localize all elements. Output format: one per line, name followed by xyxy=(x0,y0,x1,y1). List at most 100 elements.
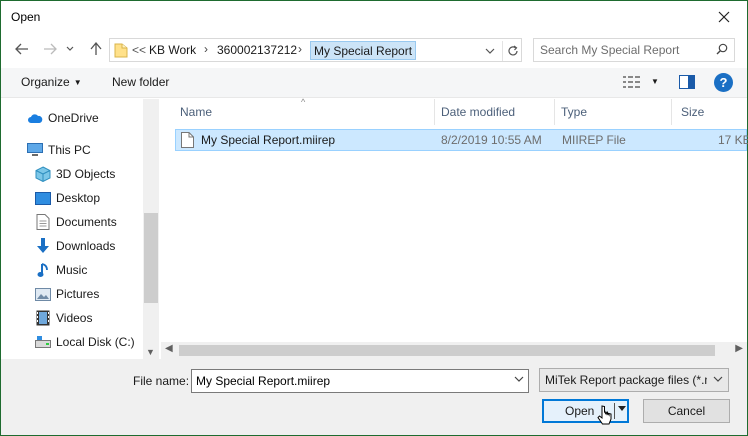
table-row[interactable]: My Special Report.miirep 8/2/2019 10:55 … xyxy=(175,129,748,151)
close-icon xyxy=(718,11,730,23)
open-dialog: Open << KB Work › 360002137212 › My Spec… xyxy=(0,0,748,436)
close-button[interactable] xyxy=(701,1,747,33)
view-dropdown-icon[interactable]: ▼ xyxy=(651,77,659,86)
video-icon xyxy=(35,310,51,326)
view-options-icon[interactable] xyxy=(623,75,641,89)
breadcrumb-current[interactable]: My Special Report xyxy=(310,41,417,60)
file-icon xyxy=(181,132,194,148)
pictures-icon xyxy=(35,286,51,302)
address-bar[interactable]: << KB Work › 360002137212 › My Special R… xyxy=(109,38,522,62)
navigation-bar: << KB Work › 360002137212 › My Special R… xyxy=(1,34,747,66)
sidebar-item-pictures[interactable]: Pictures xyxy=(1,283,143,305)
file-type-select[interactable]: MiTek Report package files (*.m xyxy=(539,368,729,392)
cancel-button[interactable]: Cancel xyxy=(643,399,730,423)
sidebar-item-onedrive[interactable]: OneDrive xyxy=(1,107,143,129)
sidebar-item-label: Music xyxy=(56,263,88,277)
sidebar-item-label: This PC xyxy=(48,143,91,157)
arrow-up-icon xyxy=(90,42,102,55)
arrow-left-icon xyxy=(15,43,28,55)
organize-label: Organize xyxy=(21,75,70,89)
sidebar-item-this-pc[interactable]: This PC xyxy=(1,139,143,161)
sidebar-item-label: Desktop xyxy=(56,191,101,205)
file-name: My Special Report.miirep xyxy=(201,133,336,147)
sidebar-item-label: Pictures xyxy=(56,287,100,301)
navigation-scrollbar[interactable]: ▼ xyxy=(143,99,159,359)
scrollbar-thumb[interactable] xyxy=(144,213,158,303)
caret-down-icon[interactable] xyxy=(618,406,626,412)
scroll-down-icon[interactable]: ▼ xyxy=(146,347,155,357)
file-size: 17 KB xyxy=(718,133,748,147)
breadcrumb-separator[interactable]: › xyxy=(298,42,302,56)
file-name-field[interactable] xyxy=(191,369,529,393)
preview-pane-icon[interactable] xyxy=(679,75,695,89)
sidebar-item-videos[interactable]: Videos xyxy=(1,307,143,329)
column-header-size[interactable]: Size xyxy=(681,99,747,125)
sidebar-item-label: OneDrive xyxy=(48,111,99,125)
breadcrumb-overflow[interactable]: << xyxy=(132,43,146,57)
sidebar-item-local-disk[interactable]: Local Disk (C:) xyxy=(1,331,143,353)
folder-icon xyxy=(114,43,128,58)
file-type-value: MiTek Report package files (*.m xyxy=(545,373,707,387)
scroll-right-icon[interactable]: ▶ xyxy=(735,343,743,354)
file-name-label: File name: xyxy=(133,374,190,388)
sidebar-item-label: Documents xyxy=(56,215,117,229)
back-button[interactable] xyxy=(11,38,33,60)
new-folder-button[interactable]: New folder xyxy=(112,75,169,89)
cloud-icon xyxy=(27,110,43,126)
chevron-down-icon xyxy=(66,46,74,51)
open-button[interactable]: Open xyxy=(542,399,629,423)
file-type: MIIREP File xyxy=(562,133,626,147)
sidebar-item-desktop[interactable]: Desktop xyxy=(1,187,143,209)
horizontal-scrollbar[interactable]: ◀ ▶ xyxy=(161,342,747,359)
sidebar-item-3d-objects[interactable]: 3D Objects xyxy=(1,163,143,185)
column-header-name[interactable]: Name xyxy=(180,99,434,125)
sidebar-item-label: Downloads xyxy=(56,239,116,253)
refresh-icon xyxy=(507,45,518,56)
chevron-down-icon xyxy=(713,376,723,382)
column-header-date-modified[interactable]: Date modified xyxy=(441,99,554,125)
address-dropdown-button[interactable] xyxy=(482,43,498,59)
sidebar-item-label: Local Disk (C:) xyxy=(56,335,135,349)
up-button[interactable] xyxy=(85,38,107,60)
document-icon xyxy=(35,214,51,230)
mouse-cursor-icon xyxy=(597,405,612,425)
scroll-left-icon[interactable]: ◀ xyxy=(165,343,173,354)
sidebar-item-music[interactable]: Music xyxy=(1,259,143,281)
sidebar-item-documents[interactable]: Documents xyxy=(1,211,143,233)
column-separator[interactable] xyxy=(554,99,555,125)
split-divider xyxy=(614,403,615,419)
breadcrumb-separator[interactable]: › xyxy=(204,42,208,56)
window-title: Open xyxy=(11,10,41,24)
column-separator[interactable] xyxy=(671,99,672,125)
sidebar-item-downloads[interactable]: Downloads xyxy=(1,235,143,257)
caret-down-icon: ▼ xyxy=(73,78,82,87)
desktop-icon xyxy=(35,190,51,206)
forward-button[interactable] xyxy=(39,38,61,60)
cube-icon xyxy=(35,166,51,182)
scrollbar-thumb[interactable] xyxy=(179,345,715,356)
column-header-type[interactable]: Type xyxy=(561,99,671,125)
dialog-footer: File name: MiTek Report package files (*… xyxy=(1,359,747,435)
organize-button[interactable]: Organize ▼ xyxy=(21,75,82,89)
navigation-pane: OneDrive This PC 3D Objects Desktop Docu… xyxy=(1,99,159,359)
disk-icon xyxy=(35,334,51,350)
download-icon xyxy=(35,238,51,254)
help-icon[interactable]: ? xyxy=(714,73,733,92)
breadcrumb-item[interactable]: KB Work xyxy=(149,43,196,57)
file-name-input[interactable] xyxy=(196,373,506,389)
sidebar-item-label: Videos xyxy=(56,311,93,325)
chevron-down-icon xyxy=(485,48,495,54)
file-date-modified: 8/2/2019 10:55 AM xyxy=(441,133,542,147)
search-input[interactable] xyxy=(540,42,710,58)
search-box[interactable] xyxy=(533,38,735,62)
computer-icon xyxy=(27,142,43,158)
breadcrumb-item[interactable]: 360002137212 xyxy=(217,43,297,57)
refresh-button[interactable] xyxy=(502,41,522,61)
open-label: Open xyxy=(565,404,595,418)
column-separator[interactable] xyxy=(434,99,435,125)
command-bar: Organize ▼ New folder ▼ ? xyxy=(1,68,747,98)
file-list: ^ Name Date modified Type Size My Specia… xyxy=(161,97,748,359)
chevron-down-icon[interactable] xyxy=(514,375,524,383)
recent-locations-button[interactable] xyxy=(59,38,81,60)
arrow-right-icon xyxy=(44,43,57,55)
